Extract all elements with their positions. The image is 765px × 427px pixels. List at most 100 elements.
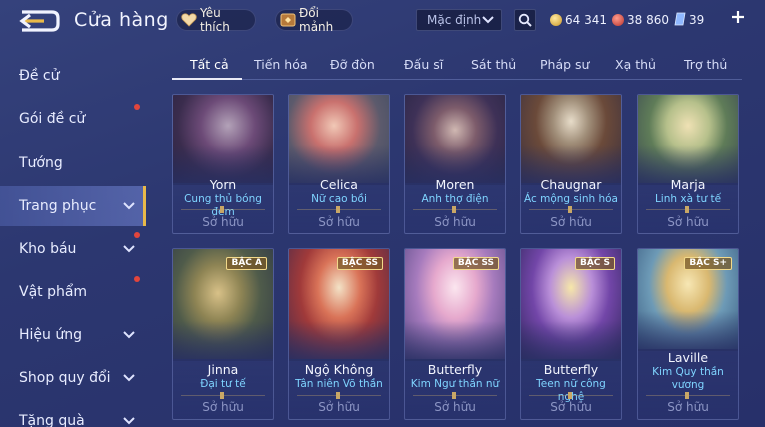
skin-card[interactable]: Celica Nữ cao bồi Sở hữu bbox=[288, 94, 390, 234]
tab-fighter[interactable]: Đấu sĩ bbox=[404, 57, 443, 72]
hero-name: Laville bbox=[667, 350, 709, 365]
sidebar-item-label: Shop quy đổi bbox=[19, 370, 111, 386]
voucher-icon bbox=[612, 14, 624, 26]
sidebar-item-gifts[interactable]: Tặng quà bbox=[0, 401, 146, 427]
chevron-down-icon bbox=[123, 374, 135, 382]
tab-assassin[interactable]: Sát thủ bbox=[471, 57, 516, 72]
tier-badge: BẬC S+ bbox=[684, 257, 732, 270]
tab-all[interactable]: Tất cả bbox=[190, 57, 229, 72]
tab-mage[interactable]: Pháp sư bbox=[540, 57, 589, 72]
sidebar-item-label: Tặng quà bbox=[19, 413, 85, 427]
sidebar-item-skins[interactable]: Trang phục bbox=[0, 186, 146, 226]
voucher-balance: 38 860 bbox=[612, 11, 669, 29]
skin-name: Nữ cao bồi bbox=[311, 193, 367, 205]
hero-name: Yorn bbox=[209, 177, 237, 192]
tab-tank[interactable]: Đỡ đòn bbox=[330, 57, 375, 72]
skin-name: Linh xà tư tế bbox=[654, 193, 722, 205]
active-tab-indicator bbox=[172, 78, 242, 80]
skin-card[interactable]: BẬC S+ Laville Kim Quy thần vương Sở hữu bbox=[637, 248, 739, 420]
owned-status: Sở hữu bbox=[202, 400, 244, 414]
search-button[interactable] bbox=[514, 9, 536, 31]
sidebar-item-label: Trang phục bbox=[19, 198, 97, 214]
exchange-label: Đổi mảnh bbox=[299, 6, 334, 34]
sidebar-item-items[interactable]: Vật phẩm bbox=[0, 272, 146, 312]
gold-amount: 64 341 bbox=[565, 13, 607, 27]
search-icon bbox=[518, 13, 532, 27]
gold-coin-icon bbox=[550, 14, 562, 26]
sidebar-item-exchange-shop[interactable]: Shop quy đổi bbox=[0, 358, 146, 398]
sidebar-item-recommended[interactable]: Đề cử bbox=[0, 56, 146, 96]
tier-badge: BẬC SS bbox=[452, 257, 499, 270]
hero-name: Celica bbox=[320, 177, 358, 192]
tier-badge: BẬC A bbox=[226, 257, 267, 270]
sidebar-item-label: Đề cử bbox=[19, 68, 60, 84]
sidebar-item-treasure[interactable]: Kho báu bbox=[0, 229, 146, 269]
sidebar-item-label: Tướng bbox=[19, 155, 63, 171]
chevron-down-icon bbox=[123, 202, 135, 210]
owned-status: Sở hữu bbox=[550, 400, 592, 414]
category-tabs: Tất cả Tiến hóa Đỡ đòn Đấu sĩ Sát thủ Ph… bbox=[172, 56, 742, 80]
hero-name: Marja bbox=[670, 177, 706, 192]
owned-status: Sở hữu bbox=[202, 215, 244, 229]
back-button[interactable] bbox=[18, 8, 60, 34]
notification-dot bbox=[134, 232, 140, 238]
chevron-down-icon bbox=[123, 331, 135, 339]
exchange-fragments-button[interactable]: Đổi mảnh bbox=[275, 6, 353, 34]
plus-icon bbox=[732, 11, 744, 23]
owned-status: Sở hữu bbox=[318, 400, 360, 414]
hero-name: Ngộ Không bbox=[304, 362, 374, 377]
tab-marksman[interactable]: Xạ thủ bbox=[615, 57, 656, 72]
quan-huy-icon bbox=[674, 12, 686, 29]
hero-name: Butterfly bbox=[427, 362, 483, 377]
owned-status: Sở hữu bbox=[318, 215, 360, 229]
sidebar-item-label: Hiệu ứng bbox=[19, 327, 82, 343]
sidebar-item-label: Gói đề cử bbox=[19, 111, 86, 127]
quan-huy-balance: 39 bbox=[674, 11, 704, 29]
skin-card[interactable]: BẬC SS Ngộ Không Tân niên Võ thần Sở hữu bbox=[288, 248, 390, 420]
skin-card[interactable]: Moren Anh thợ điện Sở hữu bbox=[404, 94, 506, 234]
sidebar-item-heroes[interactable]: Tướng bbox=[0, 143, 146, 183]
owned-status: Sở hữu bbox=[434, 215, 476, 229]
back-arrow-icon bbox=[19, 10, 60, 32]
sidebar: Đề cử Gói đề cử Tướng Trang phục Kho báu… bbox=[0, 50, 146, 427]
skin-name: Tân niên Võ thần bbox=[295, 378, 383, 390]
tier-badge: BẬC SS bbox=[336, 257, 383, 270]
sidebar-item-effects[interactable]: Hiệu ứng bbox=[0, 315, 146, 355]
page-title: Cửa hàng bbox=[74, 9, 169, 31]
skin-card[interactable]: BẬC A Jinna Đại tư tế Sở hữu bbox=[172, 248, 274, 420]
notification-dot bbox=[134, 104, 140, 110]
skin-card[interactable]: BẬC S Butterfly Teen nữ công nghệ Sở hữu bbox=[520, 248, 622, 420]
sort-dropdown[interactable]: Mặc định bbox=[416, 9, 502, 31]
hero-name: Jinna bbox=[207, 362, 239, 377]
wishlist-button[interactable]: Yêu thích bbox=[176, 6, 256, 34]
sort-value: Mặc định bbox=[427, 13, 482, 27]
quan-huy-amount: 39 bbox=[689, 13, 705, 27]
skin-name: Kim Quy thần vương bbox=[652, 366, 724, 391]
sidebar-item-label: Kho báu bbox=[19, 241, 77, 257]
gold-balance: 64 341 bbox=[550, 11, 607, 29]
top-up-button[interactable] bbox=[728, 8, 748, 28]
hero-name: Butterfly bbox=[543, 362, 599, 377]
wishlist-label: Yêu thích bbox=[200, 6, 230, 34]
skin-card[interactable]: BẬC SS Butterfly Kim Ngư thần nữ Sở hữu bbox=[404, 248, 506, 420]
tier-badge: BẬC S bbox=[574, 257, 615, 270]
skin-name: Anh thợ điện bbox=[421, 193, 489, 205]
tab-support[interactable]: Trợ thủ bbox=[684, 57, 727, 72]
voucher-amount: 38 860 bbox=[627, 13, 669, 27]
sidebar-item-label: Vật phẩm bbox=[19, 284, 88, 300]
sidebar-item-recommended-packs[interactable]: Gói đề cử bbox=[0, 99, 146, 139]
owned-status: Sở hữu bbox=[667, 215, 709, 229]
skin-name: Kim Ngư thần nữ bbox=[410, 378, 500, 390]
skin-card[interactable]: Chaugnar Ác mộng sinh hóa Sở hữu bbox=[520, 94, 622, 234]
skin-card[interactable]: Yorn Cung thủ bóng đêm Sở hữu bbox=[172, 94, 274, 234]
top-bar: Cửa hàng Yêu thích Đổi mảnh Mặc định 64 … bbox=[0, 0, 765, 44]
owned-status: Sở hữu bbox=[667, 400, 709, 414]
owned-status: Sở hữu bbox=[434, 400, 476, 414]
chevron-down-icon bbox=[482, 16, 494, 24]
hero-name: Moren bbox=[435, 177, 475, 192]
skin-card[interactable]: Marja Linh xà tư tế Sở hữu bbox=[637, 94, 739, 234]
chevron-down-icon bbox=[123, 245, 135, 253]
tab-evolution[interactable]: Tiến hóa bbox=[254, 57, 308, 72]
notification-dot bbox=[134, 276, 140, 282]
owned-status: Sở hữu bbox=[550, 215, 592, 229]
